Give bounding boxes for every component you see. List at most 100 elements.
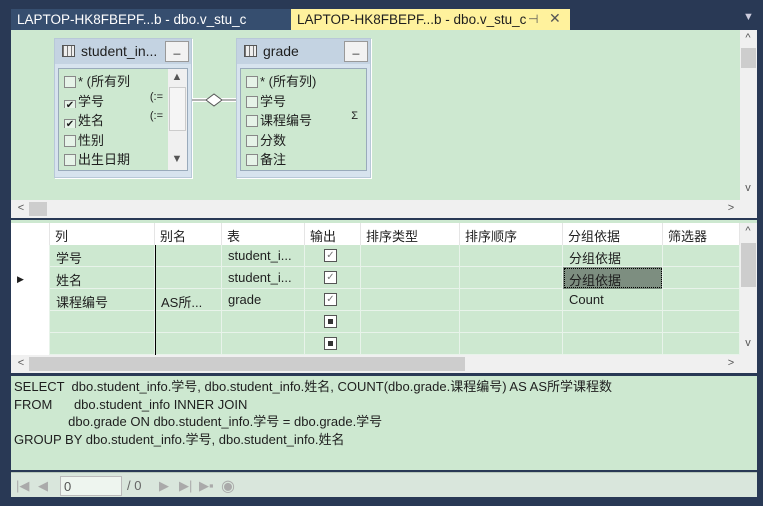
field-course-id[interactable]: 课程编号 Σ [241,108,366,128]
diagram-vscrollbar[interactable]: ^ v [740,30,757,200]
cell-table[interactable]: student_i... [222,267,305,289]
field-xuehao[interactable]: 学号 [241,89,366,108]
cell-alias[interactable] [155,267,222,289]
row-selector[interactable] [11,289,50,311]
cell-alias[interactable]: AS所... [155,289,222,311]
grid-row[interactable]: 课程编号 AS所... grade ✓ Count [11,289,740,311]
cell-column[interactable] [50,333,155,355]
cell-output[interactable]: ✓ [305,267,361,289]
last-record-icon[interactable]: ▶| [179,478,192,494]
cell-sort-order[interactable] [460,289,563,311]
field-score[interactable]: 分数 [241,128,366,147]
criteria-grid[interactable]: 列 别名 表 输出 排序类型 排序顺序 分组依据 筛选器 学号 student_i… [11,220,757,373]
diagram-pane[interactable]: student_in... _ * (所有列 ✔ 学号 (:= ✔ 姓名 (:= 性别 … [11,30,757,200]
output-checkbox[interactable] [324,315,337,328]
field-all[interactable]: * (所有列 [59,69,167,89]
field-xingming[interactable]: ✔ 姓名 (:= [59,108,167,128]
grid-hscrollbar[interactable]: < > [11,355,757,373]
cell-sort-type[interactable] [361,311,460,333]
close-icon[interactable]: ✕ [549,10,561,27]
cell-alias[interactable] [155,311,222,333]
output-checkbox[interactable]: ✓ [324,249,337,262]
record-input[interactable]: 0 [60,476,122,496]
prev-record-icon[interactable]: ◀ [38,478,48,494]
output-checkbox[interactable]: ✓ [324,271,337,284]
header-sort-type[interactable]: 排序类型 [361,223,460,245]
minimize-button[interactable]: _ [344,41,368,62]
header-column[interactable]: 列 [50,223,155,245]
cell-output[interactable] [305,311,361,333]
cell-group-by[interactable] [563,333,663,355]
cell-output[interactable]: ✓ [305,289,361,311]
field-birthdate[interactable]: 出生日期 [59,147,167,167]
next-record-icon[interactable]: ▶ [159,478,169,494]
field-all[interactable]: * (所有列) [241,69,366,89]
header-output[interactable]: 输出 [305,223,361,245]
cell-sort-order[interactable] [460,311,563,333]
row-selector[interactable] [11,245,50,267]
cell-sort-order[interactable] [460,267,563,289]
cell-group-by[interactable] [563,311,663,333]
cell-output[interactable] [305,333,361,355]
cell-column[interactable]: 姓名 [50,267,155,289]
table-grade[interactable]: grade _ * (所有列) 学号 课程编号 Σ 分数 备注 [236,38,371,178]
scroll-left-icon: < [17,357,25,369]
output-checkbox[interactable]: ✓ [324,293,337,306]
field-xuehao[interactable]: ✔ 学号 (:= [59,89,167,108]
cell-column[interactable]: 课程编号 [50,289,155,311]
header-table[interactable]: 表 [222,223,305,245]
header-alias[interactable]: 别名 [155,223,222,245]
cell-output[interactable]: ✓ [305,245,361,267]
cell-group-by[interactable]: 分组依据 [563,267,663,289]
cell-group-by[interactable]: Count [563,289,663,311]
tab-v-stu-c-2[interactable]: LAPTOP-HK8FBEPF...b - dbo.v_stu_c ⊣ ✕ [291,9,570,30]
cell-table[interactable]: student_i... [222,245,305,267]
tab-v-stu-c-1[interactable]: LAPTOP-HK8FBEPF...b - dbo.v_stu_c [11,9,291,30]
table-student-info[interactable]: student_in... _ * (所有列 ✔ 学号 (:= ✔ 姓名 (:= 性别 … [54,38,192,178]
cell-sort-type[interactable] [361,245,460,267]
cell-table[interactable] [222,333,305,355]
header-filter[interactable]: 筛选器 [663,223,740,245]
cell-alias[interactable] [155,245,222,267]
tab-menu-icon[interactable]: ▼ [743,11,754,23]
cell-sort-type[interactable] [361,267,460,289]
cell-sort-type[interactable] [361,289,460,311]
header-sort-order[interactable]: 排序顺序 [460,223,563,245]
cell-table[interactable]: grade [222,289,305,311]
new-record-icon[interactable]: ▶▪ [199,478,214,494]
sql-editor[interactable]: SELECT dbo.student_info.学号, dbo.student_… [11,376,757,470]
minimize-button[interactable]: _ [165,41,189,62]
grid-row[interactable]: ▶ 姓名 student_i... ✓ 分组依据 [11,267,740,289]
cell-filter[interactable] [663,333,740,355]
table-scrollbar[interactable]: ▲ ▼ [168,69,187,170]
cell-sort-order[interactable] [460,245,563,267]
scroll-right-icon: > [727,202,735,214]
pin-icon[interactable]: ⊣ [528,12,538,26]
output-checkbox[interactable] [324,337,337,350]
first-record-icon[interactable]: |◀ [16,478,29,494]
grid-row[interactable]: 学号 student_i... ✓ 分组依据 [11,245,740,267]
cell-filter[interactable] [663,267,740,289]
cell-column[interactable]: 学号 [50,245,155,267]
row-selector[interactable] [11,333,50,355]
cell-group-by[interactable]: 分组依据 [563,245,663,267]
grid-vscrollbar[interactable]: ^ v [740,223,757,355]
field-remark[interactable]: 备注 [241,147,366,167]
cell-sort-order[interactable] [460,333,563,355]
cell-filter[interactable] [663,311,740,333]
cell-alias[interactable] [155,333,222,355]
field-xingbie[interactable]: 性别 [59,128,167,147]
diagram-hscrollbar[interactable]: < > [11,200,757,218]
row-selector[interactable]: ▶ [11,267,50,289]
cell-sort-type[interactable] [361,333,460,355]
cell-filter[interactable] [663,245,740,267]
cell-filter[interactable] [663,289,740,311]
join-line-icon[interactable] [192,92,236,108]
cell-table[interactable] [222,311,305,333]
cell-column[interactable] [50,311,155,333]
stop-icon[interactable]: ◉ [221,476,235,496]
grid-row[interactable] [11,333,740,355]
row-selector[interactable] [11,311,50,333]
header-group-by[interactable]: 分组依据 [563,223,663,245]
grid-row[interactable] [11,311,740,333]
